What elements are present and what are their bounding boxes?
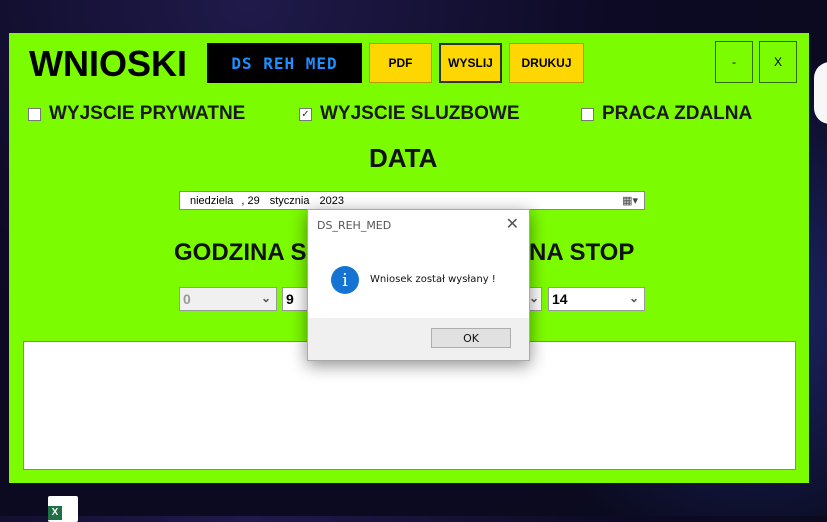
checkbox-remote-work[interactable]: PRACA ZDALNA	[581, 103, 752, 125]
checkbox-private-exit[interactable]: WYJSCIE PRYWATNE	[28, 103, 245, 125]
close-button[interactable]: X	[759, 41, 797, 83]
checkbox-box[interactable]	[581, 107, 594, 121]
date-month: stycznia	[269, 194, 310, 207]
send-button[interactable]: WYSLIJ	[439, 43, 502, 83]
checkbox-business-exit[interactable]: ✓ WYJSCIE SLUZBOWE	[299, 103, 520, 125]
logo-badge: DS REH MED	[207, 43, 362, 83]
stop-minute-value: 14	[552, 291, 568, 307]
minimize-button[interactable]: -	[715, 41, 753, 83]
checkbox-label: WYJSCIE SLUZBOWE	[320, 103, 520, 124]
ok-button[interactable]: OK	[431, 328, 511, 348]
pdf-button[interactable]: PDF	[369, 43, 432, 83]
dialog-message: Wniosek został wysłany !	[370, 274, 496, 285]
info-icon: i	[331, 266, 359, 294]
chevron-down-icon: ⌄	[528, 291, 539, 305]
start-hour-value: 0	[183, 291, 191, 307]
start-hour-select[interactable]: 0 ⌄	[179, 287, 277, 311]
date-heading: DATA	[369, 143, 438, 173]
calendar-icon[interactable]: ▦▾	[622, 194, 638, 207]
dialog-footer: OK	[308, 318, 529, 360]
app-title: WNIOSKI	[29, 43, 187, 84]
close-icon[interactable]: ✕	[506, 214, 519, 233]
print-button[interactable]: DRUKUJ	[509, 43, 584, 83]
date-weekday: niedziela	[190, 194, 234, 207]
date-year: 2023	[319, 194, 344, 207]
start-minute-value: 9	[286, 291, 294, 307]
chevron-down-icon: ⌄	[260, 291, 271, 305]
checkbox-box[interactable]	[28, 107, 41, 121]
message-dialog: DS_REH_MED ✕ i Wniosek został wysłany ! …	[307, 209, 530, 361]
checkbox-box-checked[interactable]: ✓	[299, 107, 312, 121]
checkbox-label: PRACA ZDALNA	[602, 103, 753, 124]
excel-desktop-icon[interactable]: X	[48, 496, 78, 522]
date-picker[interactable]: niedziela , 29 stycznia 2023 ▦▾	[179, 191, 645, 210]
date-day: 29	[247, 194, 260, 207]
stop-time-label: NA STOP	[529, 239, 635, 266]
stop-minute-select[interactable]: 14 ⌄	[548, 287, 645, 311]
dialog-title: DS_REH_MED	[317, 219, 392, 232]
start-time-label: GODZINA S	[174, 239, 307, 266]
date-day-prefix: ,	[241, 194, 245, 207]
chevron-down-icon: ⌄	[628, 291, 639, 305]
desktop-edge-window	[814, 62, 827, 124]
checkbox-label: WYJSCIE PRYWATNE	[49, 103, 246, 124]
